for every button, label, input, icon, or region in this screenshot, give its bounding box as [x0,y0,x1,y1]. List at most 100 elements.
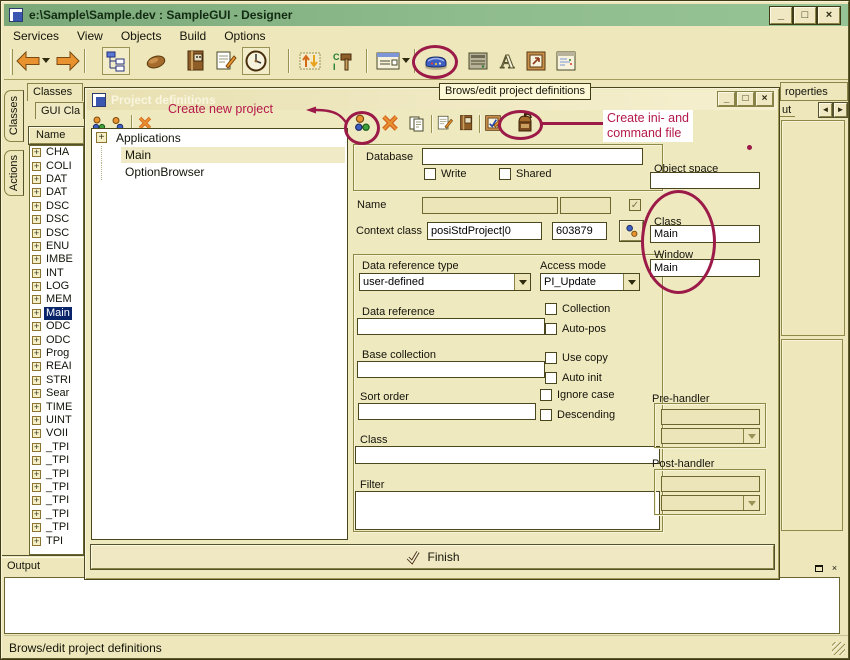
pick-class-button[interactable] [620,221,643,241]
expand-icon[interactable]: + [32,443,41,452]
class-tree-item[interactable]: +LOG [30,280,83,293]
expand-icon[interactable]: + [32,376,41,385]
expand-icon[interactable]: + [32,202,41,211]
expand-icon[interactable]: + [32,362,41,371]
tab-scroll-right-button[interactable]: ► [834,103,847,117]
expand-icon[interactable]: + [32,403,41,412]
auto-pos-checkbox[interactable]: Auto-pos [545,323,606,335]
expand-icon[interactable]: + [32,269,41,278]
forward-button[interactable] [54,47,82,75]
checkbox-box[interactable] [499,168,511,180]
menu-item[interactable]: Build [171,27,216,45]
properties-tab[interactable]: ut [780,102,795,117]
checkbox-box[interactable] [545,323,557,335]
access-mode-combo[interactable]: PI_Update [540,273,640,291]
expand-icon[interactable]: + [32,537,41,546]
delete-project-button[interactable] [380,113,400,133]
expand-icon[interactable]: + [32,148,41,157]
descending-checkbox[interactable]: Descending [540,409,615,421]
book-button[interactable] [458,114,475,132]
class-tree-item[interactable]: +_TPI [30,508,83,521]
dialog-maximize-button[interactable]: □ [737,92,754,106]
expand-icon[interactable]: + [32,510,41,519]
minimize-button[interactable]: _ [770,7,792,24]
data-reference-type-combo[interactable]: user-defined [359,273,531,291]
expand-icon[interactable]: + [32,336,41,345]
checkbox-box[interactable] [545,303,557,315]
menu-item[interactable]: Services [4,27,68,45]
maximize-button[interactable]: □ [794,7,816,24]
expand-icon[interactable]: + [32,389,41,398]
copy-button[interactable] [408,115,425,132]
shared-checkbox[interactable]: Shared [499,168,551,180]
class-tree-item[interactable]: +CHA [30,146,83,159]
tree-item-optionbrowser[interactable]: OptionBrowser [92,163,347,180]
expand-icon[interactable]: + [32,470,41,479]
checkbox-box[interactable] [424,168,436,180]
back-history-dropdown-icon[interactable] [42,58,50,63]
target-window-input[interactable] [650,259,760,277]
checkbox-box[interactable] [545,372,557,384]
class-tree-item[interactable]: +IMBE [30,253,83,266]
class-tree-item[interactable]: +DAT [30,173,83,186]
checkbox-box[interactable] [540,409,552,421]
title-bar[interactable]: e:\Sample\Sample.dev : SampleGUI - Desig… [4,4,848,26]
name-column-header[interactable]: Name [29,127,84,144]
edit-source-button[interactable] [212,47,240,75]
form-view-button[interactable] [374,47,402,75]
expand-icon[interactable]: + [32,242,41,251]
chevron-down-icon[interactable] [623,274,639,290]
auto-init-checkbox[interactable]: Auto init [545,372,602,384]
float-panel-icon[interactable] [813,563,826,575]
class-input[interactable] [355,446,660,464]
expand-icon[interactable]: + [32,349,41,358]
database-input[interactable] [422,148,643,165]
menu-item[interactable]: Options [215,27,274,45]
form-view-dropdown-icon[interactable] [402,58,410,63]
output-area[interactable] [4,577,840,634]
class-tree-item[interactable]: +STRI [30,374,83,387]
expand-icon[interactable]: + [32,429,41,438]
class-tree-item[interactable]: +ENU [30,240,83,253]
target-class-input[interactable] [650,225,760,243]
expand-icon[interactable]: + [32,162,41,171]
expand-icon[interactable]: + [32,483,41,492]
sort-order-input[interactable] [358,403,536,420]
class-tree-item[interactable]: +Sear [30,387,83,400]
class-tree-item[interactable]: +DAT [30,186,83,199]
side-tab-actions[interactable]: Actions [4,150,24,196]
class-tree-item[interactable]: +VOII [30,427,83,440]
expand-icon[interactable]: + [32,295,41,304]
expand-icon[interactable]: + [32,496,41,505]
window-editor-button[interactable] [552,47,580,75]
base-collection-input[interactable] [357,361,545,378]
class-tree-item[interactable]: +TIME [30,400,83,413]
side-tab-classes[interactable]: Classes [4,90,24,142]
class-tree-item[interactable]: +_TPI [30,521,83,534]
build-button[interactable]: CI [330,47,358,75]
create-ini-button[interactable] [515,112,536,134]
class-tree-item[interactable]: +_TPI [30,481,83,494]
chevron-down-icon[interactable] [514,274,530,290]
class-tree-item[interactable]: +_TPI [30,454,83,467]
expand-icon[interactable]: + [32,456,41,465]
class-tree-item[interactable]: +ODC [30,333,83,346]
expand-icon[interactable]: + [32,309,41,318]
class-hierarchy-button[interactable] [102,47,130,75]
class-tree-item[interactable]: +REAI [30,360,83,373]
expand-icon[interactable]: + [32,322,41,331]
image-button[interactable] [522,47,550,75]
class-tree-item[interactable]: +COLI [30,159,83,172]
class-tree-item[interactable]: +INT [30,267,83,280]
close-panel-icon[interactable]: × [828,563,841,575]
data-reference-input[interactable] [357,318,545,335]
expand-icon[interactable]: + [96,132,107,143]
image-edit-button[interactable] [484,114,502,132]
expand-icon[interactable]: + [32,282,41,291]
expand-icon[interactable]: + [32,215,41,224]
context-class-id-input[interactable] [552,222,607,240]
class-tree-item[interactable]: +Prog [30,347,83,360]
class-tree-item[interactable]: +DSC [30,226,83,239]
use-copy-checkbox[interactable]: Use copy [545,352,608,364]
class-book-button[interactable] [182,47,210,75]
